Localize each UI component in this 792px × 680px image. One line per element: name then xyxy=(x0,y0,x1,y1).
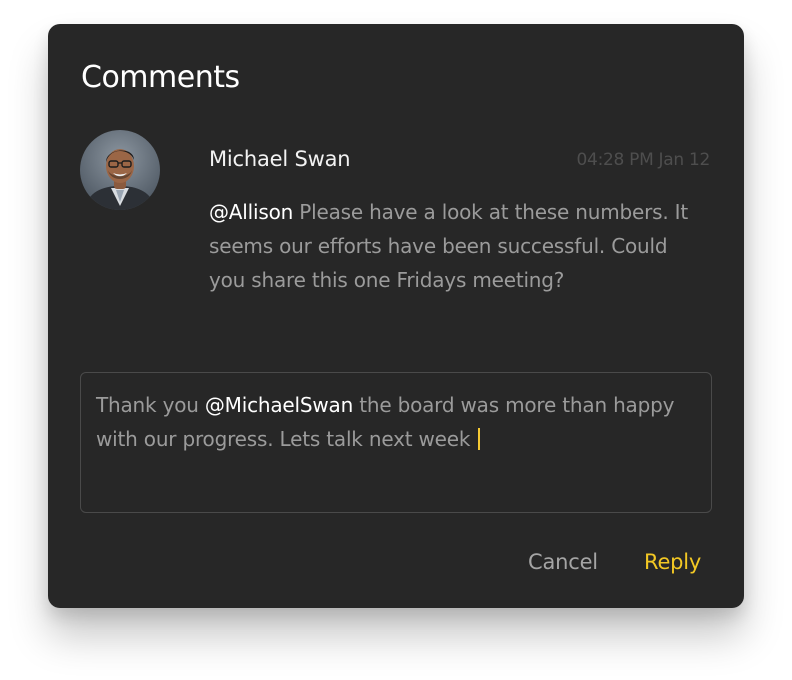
comment-author: Michael Swan xyxy=(209,147,351,171)
comment-mention[interactable]: @Allison xyxy=(209,200,293,224)
reply-mention[interactable]: @MichaelSwan xyxy=(205,393,353,417)
comments-panel: Comments Michael Swan 04:28 PM Jan 12 @A… xyxy=(48,24,744,608)
comment-body: @Allison Please have a look at these num… xyxy=(209,195,689,297)
cancel-button[interactable]: Cancel xyxy=(528,547,598,577)
reply-button[interactable]: Reply xyxy=(644,547,701,577)
reply-prefix: Thank you xyxy=(96,393,205,417)
panel-title: Comments xyxy=(81,60,240,95)
avatar-photo xyxy=(80,130,160,210)
reply-input[interactable]: Thank you @MichaelSwan the board was mor… xyxy=(80,372,712,513)
comment-timestamp: 04:28 PM Jan 12 xyxy=(576,150,711,170)
reply-input-text[interactable]: Thank you @MichaelSwan the board was mor… xyxy=(96,388,696,456)
avatar xyxy=(80,130,160,210)
text-caret xyxy=(478,428,481,450)
